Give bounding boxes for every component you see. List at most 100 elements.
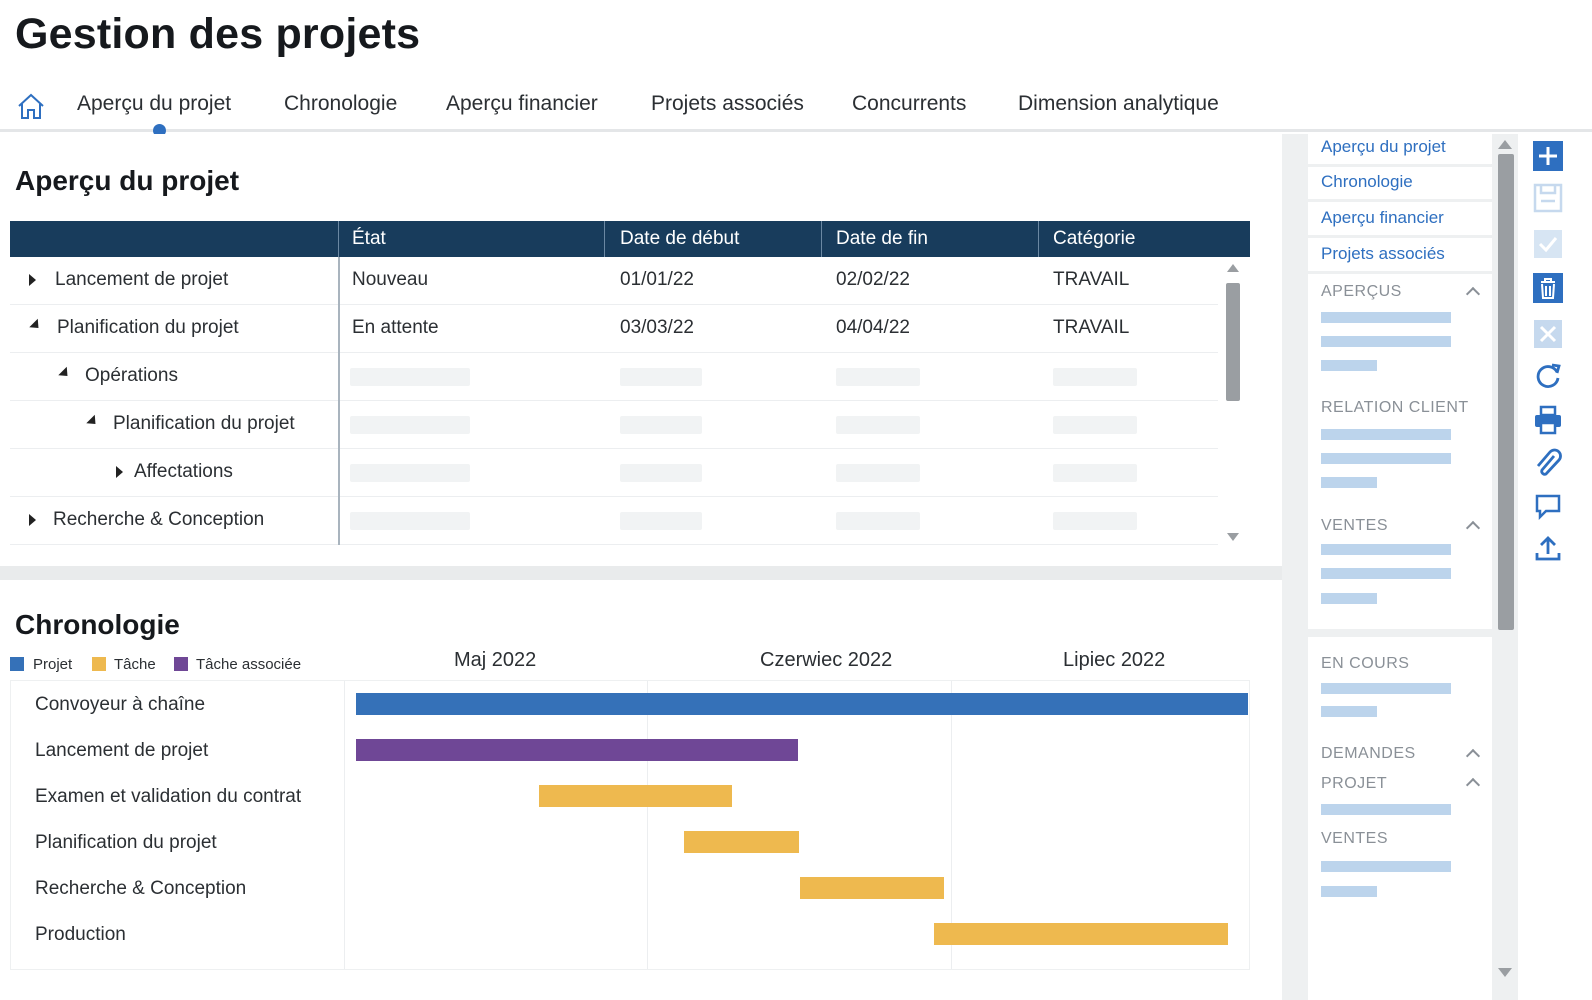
divider — [1308, 199, 1492, 202]
column-header-category[interactable]: Catégorie — [1053, 228, 1135, 250]
print-icon[interactable] — [1532, 404, 1564, 436]
home-icon[interactable] — [16, 92, 46, 120]
column-header-start-date[interactable]: Date de début — [620, 228, 739, 250]
gantt-bar[interactable] — [934, 923, 1229, 945]
scrollbar-thumb[interactable] — [1498, 154, 1514, 630]
section-header-customer-relation[interactable]: RELATION CLIENT — [1321, 399, 1469, 417]
row-start-date: 03/03/22 — [620, 317, 694, 338]
placeholder-bar — [1321, 429, 1451, 440]
scroll-up-arrow-icon[interactable] — [1227, 264, 1239, 272]
tab-analytic-dimension[interactable]: Dimension analytique — [1018, 92, 1219, 116]
refresh-icon[interactable] — [1532, 360, 1564, 392]
app-title: Gestion des projets — [15, 10, 421, 58]
scrollbar-thumb[interactable] — [1226, 283, 1240, 401]
scroll-up-arrow-icon[interactable] — [1498, 140, 1512, 149]
section-header-sales[interactable]: VENTES — [1321, 517, 1388, 535]
table-row[interactable]: Opérations — [10, 353, 1218, 401]
expand-caret-icon[interactable] — [116, 466, 123, 478]
gantt-bar[interactable] — [356, 739, 799, 761]
gantt-bar[interactable] — [356, 693, 1248, 715]
table-row[interactable]: Planification du projet — [10, 401, 1218, 449]
gantt-month-gridline — [647, 681, 648, 969]
tab-timeline[interactable]: Chronologie — [284, 92, 397, 116]
gantt-bar[interactable] — [538, 785, 732, 807]
collapse-caret-icon[interactable] — [86, 414, 100, 429]
main-content: Aperçu du projet État Date de début Date… — [0, 134, 1282, 1000]
column-header-state[interactable]: État — [352, 228, 386, 250]
tab-project-overview[interactable]: Aperçu du projet — [77, 92, 231, 116]
column-header-end-date[interactable]: Date de fin — [836, 228, 928, 250]
placeholder-cell — [350, 512, 470, 530]
divider — [1308, 164, 1492, 167]
section-header-in-progress[interactable]: EN COURS — [1321, 655, 1409, 673]
comment-icon[interactable] — [1532, 490, 1564, 522]
attach-icon[interactable] — [1532, 448, 1564, 480]
table-row[interactable]: Planification du projet En attente 03/03… — [10, 305, 1218, 353]
collapse-caret-icon[interactable] — [58, 366, 72, 381]
placeholder-cell — [836, 512, 920, 530]
gantt-task-label: Examen et validation du contrat — [35, 786, 302, 807]
row-category: TRAVAIL — [1053, 317, 1130, 338]
table-row[interactable]: Affectations — [10, 449, 1218, 497]
placeholder-cell — [836, 368, 920, 386]
delete-icon[interactable] — [1532, 272, 1564, 304]
chevron-up-icon[interactable] — [1465, 748, 1481, 764]
section-header-sales[interactable]: VENTES — [1321, 830, 1388, 848]
chevron-up-icon[interactable] — [1465, 520, 1481, 536]
expand-caret-icon[interactable] — [29, 514, 36, 526]
row-name: Planification du projet — [57, 317, 239, 338]
side-link-financial-overview[interactable]: Aperçu financier — [1321, 208, 1444, 228]
gantt-bar[interactable] — [684, 831, 800, 853]
table-row[interactable]: Recherche & Conception — [10, 497, 1218, 545]
section-header-requests[interactable]: DEMANDES — [1321, 745, 1416, 763]
legend-swatch-linked-task — [174, 657, 188, 671]
table-body: Lancement de projet Nouveau 01/01/22 02/… — [10, 257, 1218, 545]
row-end-date: 02/02/22 — [836, 269, 910, 290]
collapse-caret-icon[interactable] — [29, 318, 43, 333]
side-navigation-list: Aperçu du projet Chronologie Aperçu fina… — [1308, 134, 1492, 1000]
scroll-down-arrow-icon[interactable] — [1227, 533, 1239, 541]
placeholder-bar — [1321, 861, 1451, 872]
tab-financial-overview[interactable]: Aperçu financier — [446, 92, 598, 116]
add-icon[interactable] — [1532, 140, 1564, 172]
side-panel-scrollbar[interactable] — [1494, 134, 1518, 1000]
action-toolbar — [1518, 134, 1592, 1000]
legend-label-task: Tâche — [114, 656, 156, 673]
table-row[interactable]: Lancement de projet Nouveau 01/01/22 02/… — [10, 257, 1218, 305]
placeholder-cell — [350, 416, 470, 434]
tab-competitors[interactable]: Concurrents — [852, 92, 966, 116]
placeholder-cell — [1053, 512, 1137, 530]
header-divider — [821, 221, 822, 257]
save-icon[interactable] — [1532, 182, 1564, 214]
placeholder-bar — [1321, 312, 1451, 323]
placeholder-bar — [1321, 683, 1451, 694]
close-icon[interactable] — [1532, 318, 1564, 350]
placeholder-cell — [1053, 368, 1137, 386]
placeholder-bar — [1321, 804, 1451, 815]
divider — [1308, 271, 1492, 274]
placeholder-bar — [1321, 336, 1451, 347]
section-header-overviews[interactable]: APERÇUS — [1321, 283, 1402, 301]
tab-related-projects[interactable]: Projets associés — [651, 92, 804, 116]
upload-icon[interactable] — [1532, 532, 1564, 564]
placeholder-cell — [1053, 416, 1137, 434]
side-link-related-projects[interactable]: Projets associés — [1321, 244, 1445, 264]
section-header-project[interactable]: PROJET — [1321, 775, 1387, 793]
checkmark-icon[interactable] — [1532, 228, 1564, 260]
placeholder-bar — [1321, 568, 1451, 579]
table-scrollbar[interactable] — [1223, 261, 1243, 545]
legend-swatch-task — [92, 657, 106, 671]
side-link-project-overview[interactable]: Aperçu du projet — [1321, 137, 1446, 157]
gantt-label-divider — [344, 681, 345, 969]
scroll-down-arrow-icon[interactable] — [1498, 968, 1512, 977]
expand-caret-icon[interactable] — [29, 274, 36, 286]
side-link-timeline[interactable]: Chronologie — [1321, 172, 1413, 192]
tab-bar: Aperçu du projet Chronologie Aperçu fina… — [0, 80, 1592, 137]
row-name: Planification du projet — [113, 413, 295, 434]
placeholder-bar — [1321, 593, 1377, 604]
gantt-bar[interactable] — [800, 877, 944, 899]
chevron-up-icon[interactable] — [1465, 286, 1481, 302]
placeholder-cell — [836, 464, 920, 482]
chevron-up-icon[interactable] — [1465, 777, 1481, 793]
divider — [1308, 629, 1492, 637]
